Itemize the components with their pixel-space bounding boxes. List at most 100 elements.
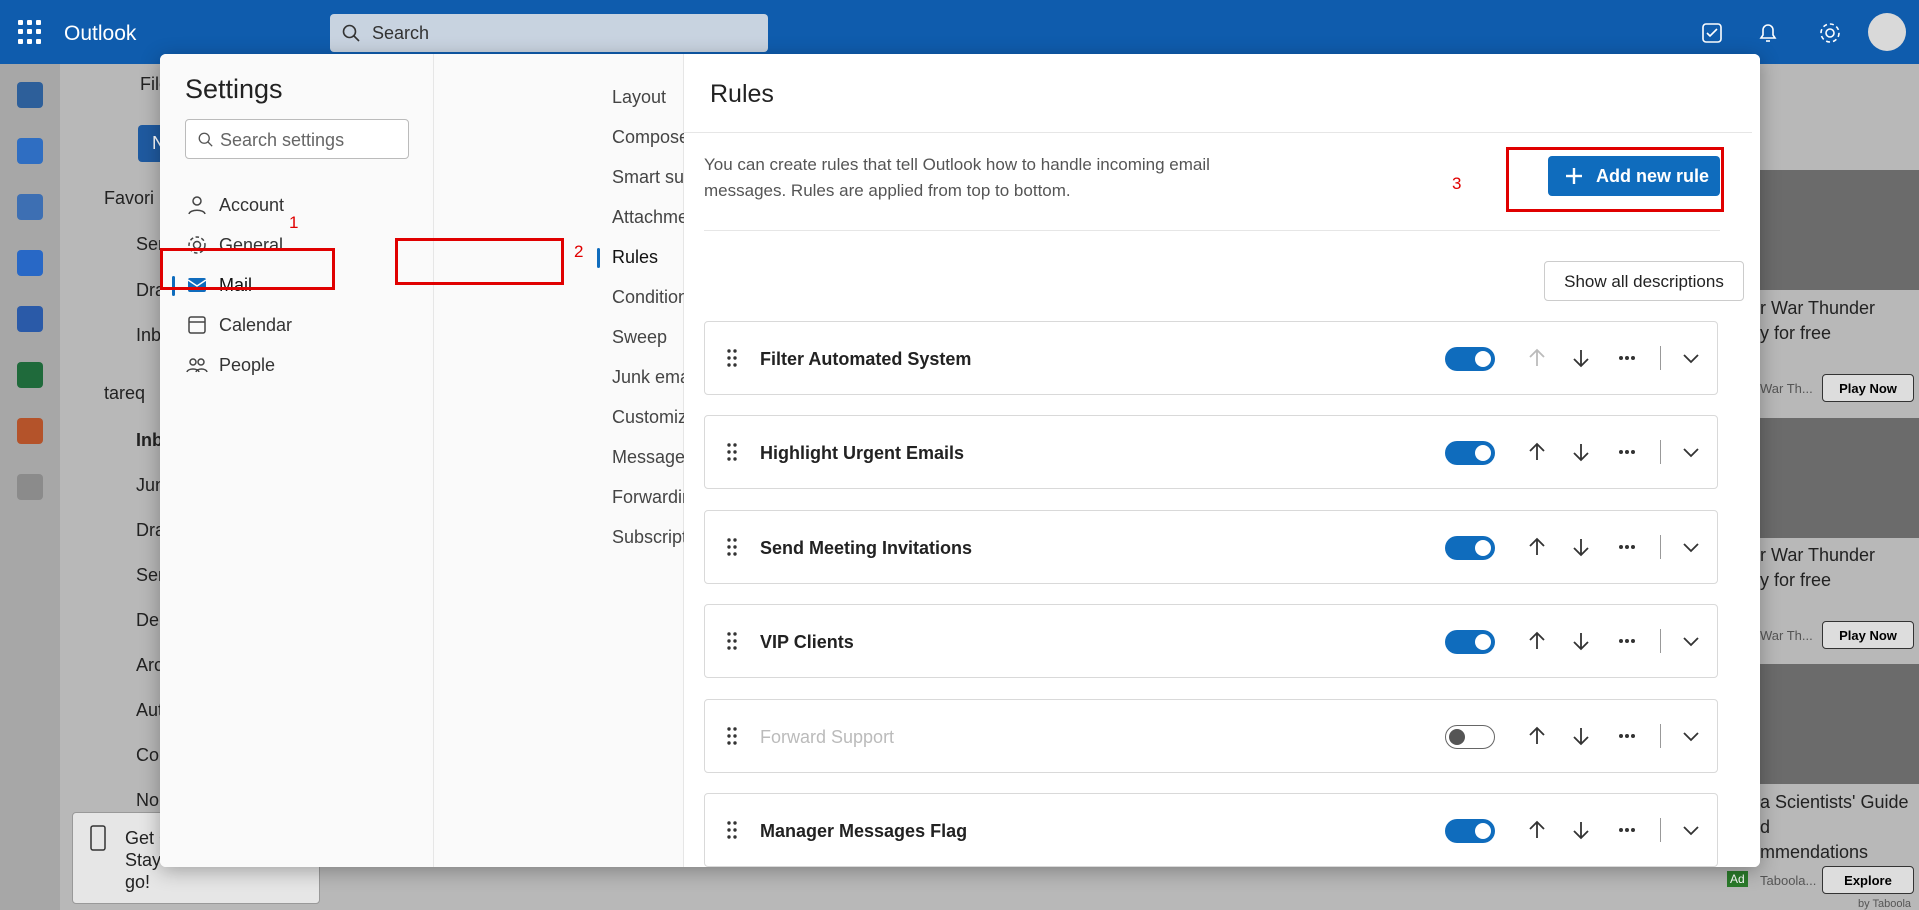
rule-name: Filter Automated System	[760, 349, 972, 369]
chevron-down-icon[interactable]	[1679, 440, 1703, 464]
ad-title[interactable]: d	[1760, 817, 1770, 838]
rule-toggle[interactable]	[1445, 347, 1495, 371]
rule-row[interactable]: Send Meeting Invitations	[704, 510, 1718, 584]
category-people[interactable]: People	[160, 346, 434, 384]
arrow-down-icon[interactable]	[1569, 346, 1593, 370]
more-icon[interactable]	[1615, 346, 1639, 370]
chevron-down-icon[interactable]	[1679, 724, 1703, 748]
search-placeholder: Search	[372, 23, 430, 43]
ad-title[interactable]: y for free	[1760, 570, 1831, 591]
divider	[1660, 440, 1661, 464]
arrow-down-icon[interactable]	[1569, 440, 1593, 464]
ad-image[interactable]	[1757, 418, 1919, 538]
ad-image[interactable]	[1757, 664, 1919, 784]
drag-handle-icon[interactable]	[725, 442, 739, 462]
folder-item[interactable]: tareq	[104, 383, 145, 404]
annotation-box-add-rule	[1506, 147, 1724, 212]
show-all-descriptions-button[interactable]: Show all descriptions	[1544, 261, 1744, 301]
chevron-down-icon[interactable]	[1679, 629, 1703, 653]
rule-toggle[interactable]	[1445, 819, 1495, 843]
folder-item[interactable]: Arc	[136, 655, 163, 676]
folder-item[interactable]: Inb	[136, 325, 161, 346]
person-icon	[188, 196, 206, 215]
rule-toggle[interactable]	[1445, 725, 1495, 749]
rule-toggle[interactable]	[1445, 630, 1495, 654]
search-box[interactable]: Search	[330, 14, 768, 52]
arrow-up-icon[interactable]	[1525, 346, 1549, 370]
section-sweep[interactable]: Sweep	[612, 327, 667, 348]
arrow-down-icon[interactable]	[1569, 818, 1593, 842]
folder-item[interactable]: No	[136, 790, 159, 811]
more-icon[interactable]	[1615, 440, 1639, 464]
rule-row[interactable]: Forward Support	[704, 699, 1718, 773]
calendar-icon	[188, 316, 206, 334]
more-icon[interactable]	[1615, 535, 1639, 559]
excel-app-icon[interactable]	[17, 362, 43, 388]
rule-row[interactable]: Highlight Urgent Emails	[704, 415, 1718, 489]
section-rules[interactable]: Rules	[596, 247, 658, 268]
folder-item[interactable]: Del	[136, 610, 163, 631]
gear-icon[interactable]	[1817, 20, 1843, 46]
arrow-down-icon[interactable]	[1569, 724, 1593, 748]
folder-item[interactable]: Aut	[136, 700, 163, 721]
ad-title[interactable]: a Scientists' Guide	[1760, 792, 1909, 813]
calendar-app-icon[interactable]	[17, 138, 43, 164]
rule-toggle[interactable]	[1445, 536, 1495, 560]
arrow-up-icon[interactable]	[1525, 818, 1549, 842]
arrow-down-icon[interactable]	[1569, 535, 1593, 559]
annotation-number: 3	[1452, 174, 1462, 193]
rule-toggle[interactable]	[1445, 441, 1495, 465]
rule-name: Highlight Urgent Emails	[760, 443, 965, 463]
todo-app-icon[interactable]	[17, 250, 43, 276]
more-icon[interactable]	[1615, 818, 1639, 842]
play-now-button[interactable]: Play Now	[1822, 374, 1914, 402]
ad-image[interactable]	[1757, 170, 1919, 290]
ad-title[interactable]: r War Thunder	[1760, 298, 1875, 319]
people-app-icon[interactable]	[17, 194, 43, 220]
explore-button[interactable]: Explore	[1822, 866, 1914, 894]
todo-icon[interactable]	[1699, 20, 1725, 46]
rule-row[interactable]: Filter Automated System	[704, 321, 1718, 395]
more-icon[interactable]	[1615, 724, 1639, 748]
more-icon[interactable]	[1615, 629, 1639, 653]
arrow-up-icon[interactable]	[1525, 535, 1549, 559]
folder-item[interactable]: Favori	[104, 188, 154, 209]
drag-handle-icon[interactable]	[725, 631, 739, 651]
ad-badge: Ad	[1727, 871, 1748, 887]
drag-handle-icon[interactable]	[725, 726, 739, 746]
ad-title[interactable]: y for free	[1760, 323, 1831, 344]
drag-handle-icon[interactable]	[725, 537, 739, 557]
mail-app-icon[interactable]	[17, 82, 43, 108]
bell-icon[interactable]	[1755, 20, 1781, 46]
settings-search-input[interactable]: Search settings	[185, 119, 409, 159]
rule-row[interactable]: VIP Clients	[704, 604, 1718, 678]
header-divider	[684, 132, 1752, 133]
settings-title: Settings	[185, 74, 283, 104]
folder-item[interactable]: Inb	[136, 430, 163, 451]
arrow-up-icon[interactable]	[1525, 440, 1549, 464]
ad-title[interactable]: mmendations	[1760, 842, 1868, 863]
chevron-down-icon[interactable]	[1679, 535, 1703, 559]
section-layout[interactable]: Layout	[612, 87, 666, 108]
ad-title[interactable]: r War Thunder	[1760, 545, 1875, 566]
rule-row[interactable]: Manager Messages Flag	[704, 793, 1718, 867]
arrow-up-icon[interactable]	[1525, 629, 1549, 653]
chevron-down-icon[interactable]	[1679, 346, 1703, 370]
app-name[interactable]: Outlook	[64, 22, 136, 46]
category-calendar[interactable]: Calendar	[160, 306, 434, 344]
drag-handle-icon[interactable]	[725, 820, 739, 840]
app-launcher-icon[interactable]	[18, 20, 42, 44]
folder-item[interactable]: Co	[136, 745, 159, 766]
arrow-down-icon[interactable]	[1569, 629, 1593, 653]
play-now-button[interactable]: Play Now	[1822, 621, 1914, 649]
powerpoint-app-icon[interactable]	[17, 418, 43, 444]
word-app-icon[interactable]	[17, 306, 43, 332]
chevron-down-icon[interactable]	[1679, 818, 1703, 842]
more-apps-icon[interactable]	[17, 474, 43, 500]
divider	[1660, 724, 1661, 748]
content-divider	[704, 230, 1720, 231]
annotation-number: 2	[574, 242, 584, 261]
drag-handle-icon[interactable]	[725, 348, 739, 368]
avatar[interactable]	[1868, 13, 1906, 51]
arrow-up-icon[interactable]	[1525, 724, 1549, 748]
